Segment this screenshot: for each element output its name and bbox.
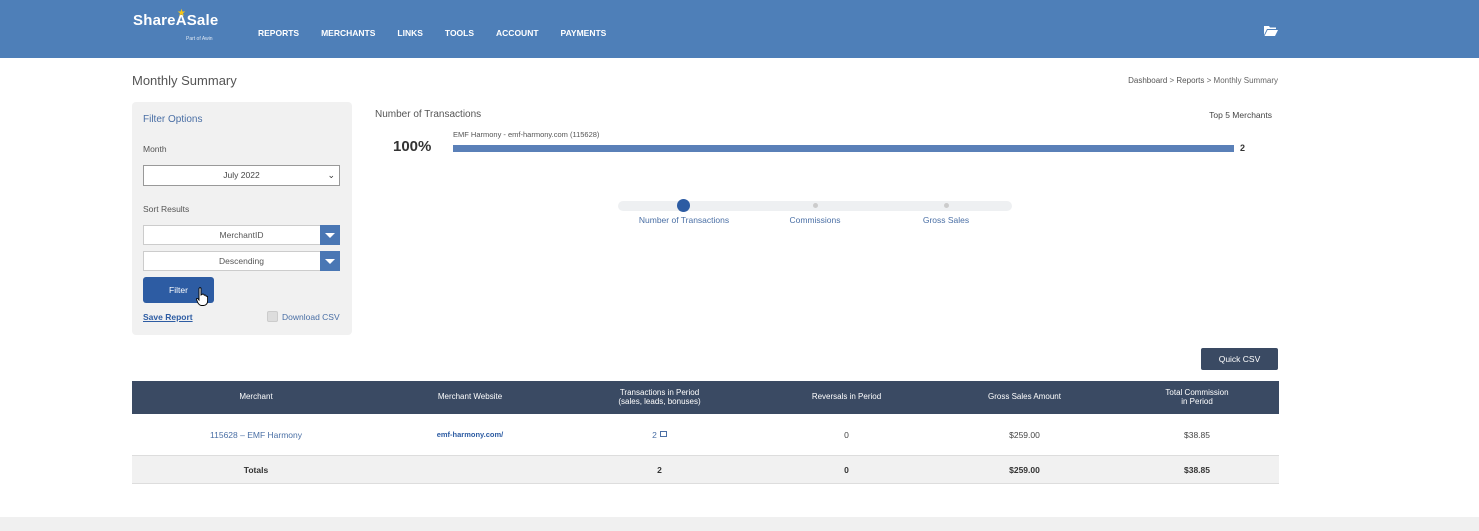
star-icon: ★ — [177, 8, 186, 19]
th-transactions[interactable]: Transactions in Period (sales, leads, bon… — [560, 381, 759, 414]
step-label-commissions[interactable]: Commissions — [789, 215, 840, 225]
download-csv-label[interactable]: Download CSV — [282, 312, 340, 322]
dropdown-arrow-icon[interactable] — [320, 225, 340, 245]
chevron-down-icon: ⌄ — [327, 170, 335, 180]
month-label: Month — [143, 144, 167, 154]
step-label-transactions[interactable]: Number of Transactions — [639, 215, 729, 225]
logo-subtext: Part of Awin — [186, 36, 213, 42]
totals-transactions: 2 — [657, 464, 662, 475]
step-dot-commissions[interactable] — [813, 203, 818, 208]
breadcrumb: Dashboard > Reports > Monthly Summary — [1128, 76, 1278, 85]
reversals-cell: 0 — [844, 429, 849, 440]
th-reversals[interactable]: Reversals in Period — [759, 381, 934, 414]
nav-merchants[interactable]: MERCHANTS — [321, 28, 375, 38]
th-merchant[interactable]: Merchant — [132, 381, 380, 414]
nav-reports[interactable]: REPORTS — [258, 28, 299, 38]
breadcrumb-current: Monthly Summary — [1213, 76, 1278, 85]
folder-open-icon[interactable] — [1264, 25, 1278, 36]
popup-window-icon[interactable] — [659, 430, 667, 437]
nav-tools[interactable]: TOOLS — [445, 28, 474, 38]
nav-links[interactable]: LINKS — [397, 28, 423, 38]
sort-order-value: Descending — [219, 256, 264, 266]
page-footer — [0, 517, 1479, 531]
filter-options-title: Filter Options — [143, 114, 203, 125]
download-csv-checkbox[interactable] — [267, 311, 278, 322]
breadcrumb-dashboard[interactable]: Dashboard — [1128, 76, 1167, 85]
bar-label: EMF Harmony - emf-harmony.com (115628) — [453, 130, 600, 139]
table-row: 115628 – EMF Harmony emf-harmony.com/ 2 … — [132, 414, 1279, 456]
bar-value: 2 — [1240, 143, 1246, 153]
main-nav: REPORTS MERCHANTS LINKS TOOLS ACCOUNT PA… — [258, 28, 606, 38]
nav-account[interactable]: ACCOUNT — [496, 28, 539, 38]
step-label-gross-sales[interactable]: Gross Sales — [923, 215, 969, 225]
hand-cursor-icon — [196, 287, 208, 306]
summary-table: Merchant Merchant Website Transactions i… — [132, 381, 1279, 484]
chart-title: Number of Transactions — [375, 109, 482, 120]
totals-website-empty — [380, 456, 560, 483]
table-header-row: Merchant Merchant Website Transactions i… — [132, 381, 1279, 414]
month-value: July 2022 — [223, 170, 260, 180]
th-merchant-website[interactable]: Merchant Website — [380, 381, 560, 414]
page-title: Monthly Summary — [132, 73, 237, 88]
sharesale-logo[interactable]: ★ ShareASale Part of Awin — [133, 8, 219, 42]
commission-cell: $38.85 — [1184, 429, 1210, 440]
gross-sales-cell: $259.00 — [1009, 429, 1040, 440]
totals-gross-sales: $259.00 — [1009, 464, 1040, 475]
totals-row: Totals 2 0 $259.00 $38.85 — [132, 456, 1279, 484]
month-select[interactable]: July 2022 ⌄ — [143, 165, 340, 186]
breadcrumb-separator: > — [1204, 76, 1214, 85]
filter-panel: Filter Options Month July 2022 ⌄ Sort Re… — [132, 102, 352, 335]
merchant-website-link[interactable]: emf-harmony.com/ — [380, 414, 560, 455]
totals-commission: $38.85 — [1184, 464, 1210, 475]
dropdown-arrow-icon[interactable] — [320, 251, 340, 271]
bar-fill — [453, 145, 1234, 152]
breadcrumb-reports[interactable]: Reports — [1176, 76, 1204, 85]
totals-reversals: 0 — [844, 464, 849, 475]
top-merchants-label: Top 5 Merchants — [1209, 110, 1272, 120]
top-navigation-bar: ★ ShareASale Part of Awin REPORTS MERCHA… — [0, 0, 1479, 58]
nav-payments[interactable]: PAYMENTS — [561, 28, 607, 38]
step-dot-gross-sales[interactable] — [944, 203, 949, 208]
bar-percent: 100% — [393, 138, 432, 155]
metric-stepper — [618, 199, 1012, 212]
save-report-link[interactable]: Save Report — [143, 312, 193, 322]
sort-by-value: MerchantID — [219, 230, 264, 240]
sort-by-select[interactable]: MerchantID — [143, 225, 340, 245]
quick-csv-button[interactable]: Quick CSV — [1201, 348, 1278, 370]
th-gross-sales[interactable]: Gross Sales Amount — [934, 381, 1115, 414]
bar-track — [453, 145, 1234, 152]
totals-label: Totals — [243, 464, 269, 475]
sort-order-select[interactable]: Descending — [143, 251, 340, 271]
logo-text: ShareASale — [133, 12, 219, 29]
transactions-cell[interactable]: 2 — [560, 414, 759, 455]
th-total-commission[interactable]: Total Commission in Period — [1115, 381, 1279, 414]
transactions-value: 2 — [652, 429, 657, 440]
sort-results-label: Sort Results — [143, 204, 190, 214]
merchant-link[interactable]: 115628 – EMF Harmony — [132, 414, 380, 455]
step-dot-transactions[interactable] — [677, 199, 690, 212]
